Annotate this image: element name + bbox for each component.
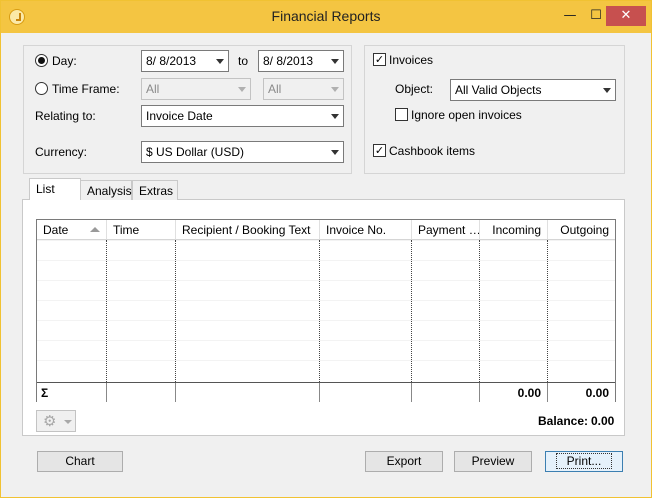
chevron-down-icon: [238, 87, 246, 92]
date-to-value: 8/ 8/2013: [263, 54, 314, 68]
table-row[interactable]: [37, 360, 615, 380]
print-button[interactable]: Print...: [545, 451, 623, 472]
tab-analysis[interactable]: Analysis: [80, 180, 132, 200]
column-divider: [106, 240, 107, 382]
column-header-recipient[interactable]: Recipient / Booking Text: [176, 220, 320, 240]
close-button[interactable]: ✕: [606, 6, 646, 26]
sum-incoming: 0.00: [480, 383, 548, 402]
day-label: Day:: [52, 54, 77, 68]
minimize-button[interactable]: —: [557, 6, 583, 26]
column-header-incoming[interactable]: Incoming: [480, 220, 548, 240]
timeframe-sub-select[interactable]: All: [263, 78, 344, 100]
table-row[interactable]: [37, 280, 615, 300]
settings-menu-button[interactable]: ⚙: [36, 410, 76, 432]
table-row[interactable]: [37, 300, 615, 320]
column-header-invoice-no[interactable]: Invoice No.: [320, 220, 412, 240]
column-header-outgoing[interactable]: Outgoing: [548, 220, 615, 240]
financial-reports-window: Financial Reports — ☐ ✕ Day: 8/ 8/2013 t…: [0, 0, 652, 498]
relating-value: Invoice Date: [146, 109, 213, 123]
preview-button[interactable]: Preview: [454, 451, 532, 472]
cashbook-checkbox[interactable]: ✓: [373, 144, 386, 157]
sum-cell-time: [107, 383, 176, 402]
sum-row: Σ 0.00 0.00: [37, 382, 615, 402]
column-header-date-label: Date: [43, 223, 69, 237]
timeframe-select[interactable]: All: [141, 78, 251, 100]
timeframe-radio[interactable]: [35, 82, 48, 95]
chevron-down-icon: [216, 59, 224, 64]
timeframe-label: Time Frame:: [52, 82, 120, 96]
table-row[interactable]: [37, 320, 615, 340]
object-label: Object:: [395, 82, 434, 96]
object-value: All Valid Objects: [455, 83, 542, 97]
currency-value: $ US Dollar (USD): [146, 145, 245, 159]
object-select[interactable]: All Valid Objects: [450, 79, 616, 101]
table-row[interactable]: [37, 260, 615, 280]
ignore-open-invoices-label: Ignore open invoices: [411, 108, 522, 122]
relating-label: Relating to:: [35, 109, 96, 123]
column-divider: [319, 240, 320, 382]
column-divider: [547, 240, 548, 382]
date-from-picker[interactable]: 8/ 8/2013: [141, 50, 229, 72]
timeframe-value: All: [146, 82, 160, 96]
gear-icon: ⚙: [43, 412, 57, 430]
sort-ascending-icon: [90, 227, 100, 232]
date-to-picker[interactable]: 8/ 8/2013: [258, 50, 344, 72]
balance-label: Balance:: [538, 414, 589, 428]
chevron-down-icon: [331, 150, 339, 155]
currency-label: Currency:: [35, 145, 88, 159]
invoices-label: Invoices: [389, 53, 434, 67]
date-from-value: 8/ 8/2013: [146, 54, 197, 68]
to-label: to: [238, 54, 249, 68]
day-radio[interactable]: [35, 54, 48, 67]
title-bar[interactable]: Financial Reports — ☐ ✕: [1, 1, 651, 33]
column-header-payment[interactable]: Payment …: [412, 220, 480, 240]
relating-select[interactable]: Invoice Date: [141, 105, 344, 127]
column-divider: [479, 240, 480, 382]
ignore-open-invoices-checkbox[interactable]: [395, 108, 408, 121]
column-divider: [175, 240, 176, 382]
tab-extras[interactable]: Extras: [132, 180, 178, 200]
sum-symbol: Σ: [37, 383, 107, 402]
column-header-time[interactable]: Time: [107, 220, 176, 240]
balance-value: 0.00: [591, 414, 615, 428]
column-divider: [411, 240, 412, 382]
chevron-down-icon: [603, 88, 611, 93]
sum-cell-payment: [412, 383, 480, 402]
print-button-label: Print...: [555, 453, 613, 469]
currency-select[interactable]: $ US Dollar (USD): [141, 141, 344, 163]
invoices-checkbox[interactable]: ✓: [373, 53, 386, 66]
timeframe-sub-value: All: [268, 82, 282, 96]
chevron-down-icon: [331, 59, 339, 64]
export-button[interactable]: Export: [365, 451, 443, 472]
sum-cell-invoice-no: [320, 383, 412, 402]
table-row[interactable]: [37, 240, 615, 260]
transactions-table[interactable]: Date Time Recipient / Booking Text Invoi…: [36, 219, 616, 402]
chevron-down-icon: [331, 87, 339, 92]
window-title: Financial Reports: [271, 8, 381, 24]
chevron-down-icon: [64, 420, 72, 424]
table-row[interactable]: [37, 340, 615, 360]
sum-outgoing: 0.00: [585, 386, 609, 400]
column-header-date[interactable]: Date: [37, 220, 107, 240]
cashbook-label: Cashbook items: [389, 144, 476, 158]
tab-list[interactable]: List: [29, 178, 81, 200]
chart-button[interactable]: Chart: [37, 451, 123, 472]
chevron-down-icon: [331, 114, 339, 119]
sum-cell-recipient: [176, 383, 320, 402]
